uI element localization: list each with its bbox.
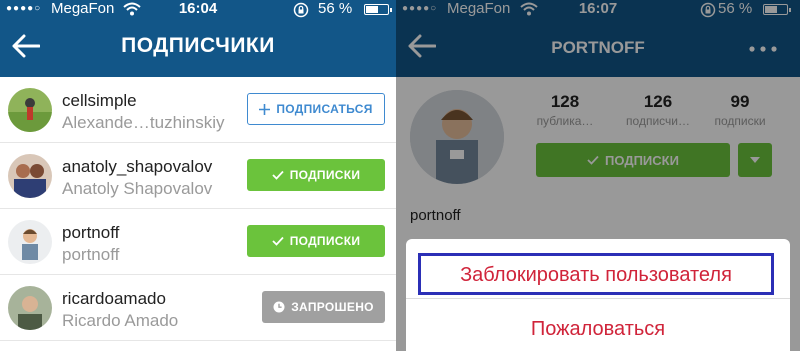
checkmark-icon [272,236,284,246]
followers-screen: ●●●●○ MegaFon 16:04 56 % ПОДПИСЧИКИ cell… [0,0,396,351]
requested-button[interactable]: ЗАПРОШЕНО [262,291,385,323]
username[interactable]: ricardoamado [62,289,166,309]
checkmark-icon [272,170,284,180]
follow-button[interactable]: ПОДПИСАТЬСЯ [247,93,385,125]
list-item[interactable]: anatoly_shapovalov Anatoly Shapovalov ПО… [0,143,396,209]
full-name: Ricardo Amado [62,311,179,330]
list-item[interactable]: ricardoamado Ricardo Amado ЗАПРОШЕНО [0,275,396,341]
requested-button-label: ЗАПРОШЕНО [291,300,374,314]
list-item[interactable]: cellsimple Alexande…tuzhinskiy ПОДПИСАТЬ… [0,77,396,143]
avatar[interactable] [8,286,52,330]
battery-icon [364,4,392,15]
following-button-label: ПОДПИСКИ [289,234,361,248]
username[interactable]: cellsimple [62,91,137,111]
page-title: ПОДПИСЧИКИ [121,34,275,57]
avatar[interactable] [8,88,52,132]
following-button[interactable]: ПОДПИСКИ [247,159,385,191]
profile-screen: ●●●●○ MegaFon 16:07 56 % PORTNOFF 128 пу… [396,0,800,351]
following-button-label: ПОДПИСКИ [289,168,361,182]
block-user-option[interactable]: Заблокировать пользователя [418,253,774,295]
rotation-lock-icon [293,2,309,18]
report-option[interactable]: Пожаловаться [406,313,790,345]
full-name: Alexande…tuzhinskiy [62,113,225,132]
avatar[interactable] [8,154,52,198]
battery-percent: 56 % [318,0,353,17]
follow-button-label: ПОДПИСАТЬСЯ [276,102,373,116]
sheet-divider [406,298,790,299]
avatar[interactable] [8,220,52,264]
clock-icon [273,301,285,313]
action-sheet: Заблокировать пользователя Пожаловаться [406,239,790,351]
list-item[interactable]: portnoff portnoff ПОДПИСКИ [0,209,396,275]
plus-icon [259,103,271,115]
nav-bar: ●●●●○ MegaFon 16:04 56 % ПОДПИСЧИКИ [0,0,396,77]
username[interactable]: portnoff [62,223,119,243]
username[interactable]: anatoly_shapovalov [62,157,212,177]
following-button[interactable]: ПОДПИСКИ [247,225,385,257]
status-bar: ●●●●○ MegaFon 16:04 56 % [0,0,396,20]
full-name: Anatoly Shapovalov [62,179,213,198]
full-name: portnoff [62,245,120,264]
